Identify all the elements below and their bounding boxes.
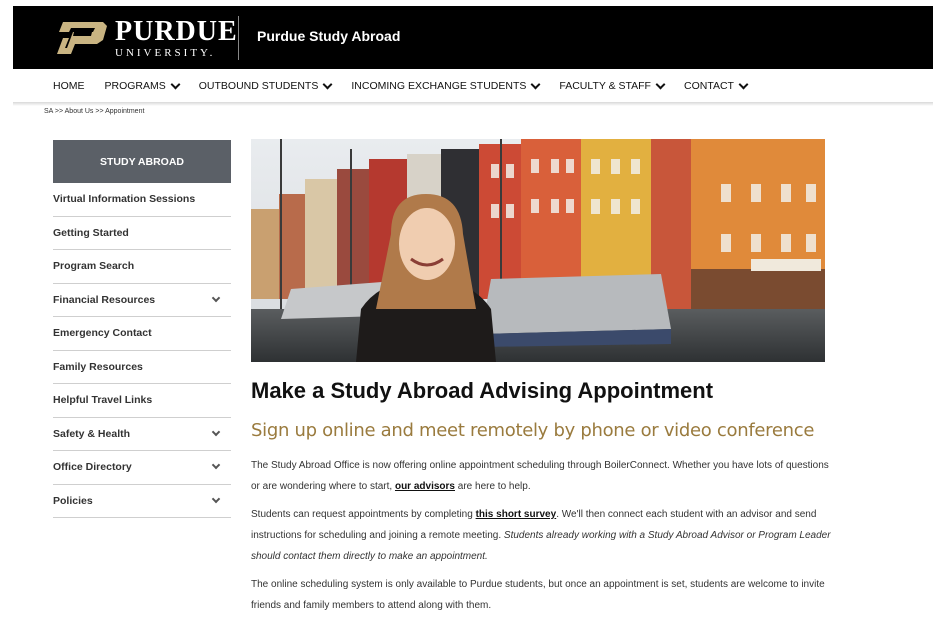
site-header: PURDUE UNIVERSITY. Purdue Study Abroad [13, 6, 933, 69]
sidebar-item-label: Financial Resources [53, 293, 156, 306]
main-content: Make a Study Abroad Advising Appointment… [251, 378, 831, 623]
chevron-down-icon [530, 79, 541, 89]
page-title: Make a Study Abroad Advising Appointment [251, 378, 714, 403]
sidebar-item-label: Office Directory [53, 461, 132, 474]
sidebar-item-label: Program Search [53, 260, 135, 273]
scheduling-paragraph: The online scheduling system is only ava… [251, 579, 825, 611]
survey-paragraph: Students can request appointments by com… [251, 504, 831, 567]
logo-word: PURDUE [115, 15, 238, 47]
logo-wordmark: PURDUE UNIVERSITY. [115, 15, 238, 59]
sidebar-header[interactable]: STUDY ABROAD [53, 140, 231, 183]
our-advisors-link[interactable]: our advisors [395, 481, 455, 492]
sidebar-item-label: Family Resources [53, 360, 143, 373]
nav-label: OUTBOUND STUDENTS [198, 80, 319, 92]
hero-image [251, 139, 825, 362]
sidebar-item-safety-health[interactable]: Safety & Health [53, 418, 231, 451]
nav-label: CONTACT [683, 80, 734, 92]
chevron-down-icon[interactable] [211, 293, 221, 302]
sidebar-item-virtual-information-sessions[interactable]: Virtual Information Sessions [53, 183, 231, 217]
nav-label: HOME [53, 80, 85, 92]
purdue-p-logo-icon [57, 22, 107, 54]
nav-outbound-students[interactable]: OUTBOUND STUDENTS [198, 79, 333, 92]
sidebar-item-label: Emergency Contact [53, 327, 152, 340]
chevron-down-icon [322, 79, 333, 89]
sidebar-item-program-search[interactable]: Program Search [53, 250, 231, 284]
sidebar-item-label: Policies [53, 494, 93, 507]
sidebar-item-family-resources[interactable]: Family Resources [53, 351, 231, 384]
sidebar-item-label: Helpful Travel Links [53, 394, 153, 407]
page-subtitle: Sign up online and meet remotely by phon… [251, 420, 815, 441]
intro-paragraph: The Study Abroad Office is now offering … [251, 455, 831, 497]
nav-programs[interactable]: PROGRAMS [104, 79, 181, 92]
nav-shadow [13, 102, 933, 106]
sidebar-item-emergency-contact[interactable]: Emergency Contact [53, 317, 231, 351]
nav-contact[interactable]: CONTACT [683, 79, 749, 92]
site-title[interactable]: Purdue Study Abroad [257, 28, 400, 44]
breadcrumb[interactable]: SA >> About Us >> Appointment [44, 108, 144, 115]
short-survey-link[interactable]: this short survey [476, 509, 557, 520]
sidebar-item-helpful-travel-links[interactable]: Helpful Travel Links [53, 384, 231, 418]
logo-sub: UNIVERSITY. [115, 46, 216, 59]
main-nav: HOME PROGRAMS OUTBOUND STUDENTS INCOMING… [13, 70, 933, 102]
nav-label: FACULTY & STAFF [559, 80, 651, 92]
nav-label: INCOMING EXCHANGE STUDENTS [351, 80, 527, 92]
purdue-logo[interactable]: PURDUE UNIVERSITY. [53, 16, 238, 60]
chevron-down-icon[interactable] [211, 494, 221, 503]
chevron-down-icon[interactable] [211, 461, 221, 470]
sidebar-item-policies[interactable]: Policies [53, 485, 231, 518]
sidebar-item-getting-started[interactable]: Getting Started [53, 217, 231, 250]
chevron-down-icon[interactable] [211, 427, 221, 436]
sidebar-item-financial-resources[interactable]: Financial Resources [53, 284, 231, 317]
nav-incoming-exchange-students[interactable]: INCOMING EXCHANGE STUDENTS [351, 79, 541, 92]
chevron-down-icon [655, 79, 666, 89]
header-divider [238, 16, 239, 60]
sidebar-item-label: Safety & Health [53, 427, 131, 440]
sidebar-item-office-directory[interactable]: Office Directory [53, 451, 231, 485]
intro-text: The Study Abroad Office is now offering … [251, 460, 829, 492]
sidebar: STUDY ABROAD Virtual Information Session… [53, 140, 231, 518]
sidebar-item-label: Virtual Information Sessions [53, 193, 196, 206]
sidebar-item-label: Getting Started [53, 226, 129, 239]
nav-faculty-staff[interactable]: FACULTY & STAFF [559, 79, 666, 92]
intro-text-end: are here to help. [455, 481, 531, 492]
chevron-down-icon [738, 79, 749, 89]
nav-home[interactable]: HOME [53, 80, 85, 92]
chevron-down-icon [170, 79, 181, 89]
nav-label: PROGRAMS [104, 80, 166, 92]
survey-text: Students can request appointments by com… [251, 509, 476, 520]
